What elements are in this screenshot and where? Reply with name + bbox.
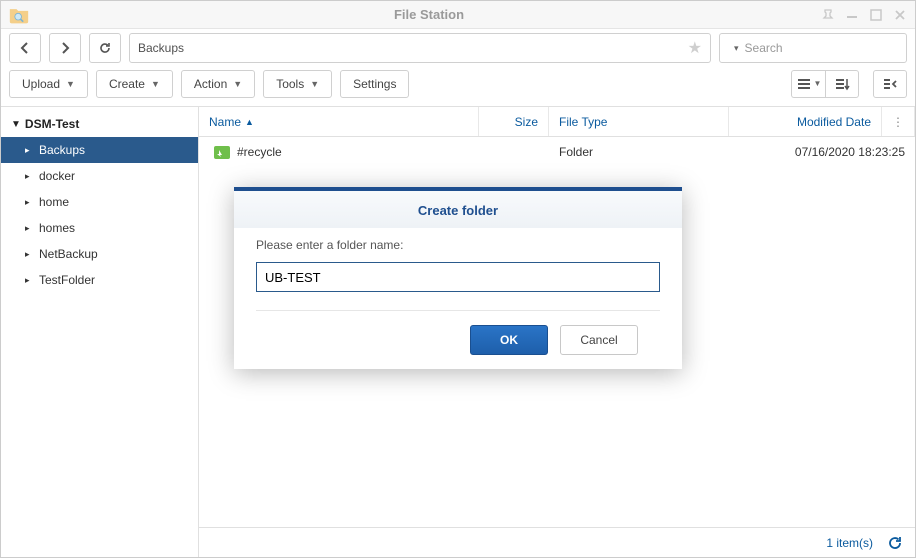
create-folder-dialog: Create folder Please enter a folder name… — [234, 187, 682, 369]
status-bar: 1 item(s) — [199, 527, 915, 557]
tools-button[interactable]: Tools▼ — [263, 70, 332, 98]
folder-tree: ▼ DSM-Test ▸ Backups ▸ docker ▸ home ▸ homes ▸ Ne… — [1, 107, 199, 557]
chevron-right-icon: ▸ — [25, 223, 33, 234]
action-button[interactable]: Action▼ — [181, 70, 255, 98]
create-button[interactable]: Create▼ — [96, 70, 173, 98]
chevron-down-icon: ▼ — [11, 119, 21, 130]
tree-item-label: homes — [39, 221, 75, 235]
toggle-panel-button[interactable] — [873, 70, 907, 98]
col-modified[interactable]: Modified Date — [729, 107, 882, 136]
table-row[interactable]: #recycle Folder07/16/2020 18:23:25 — [203, 137, 915, 167]
tree-item-label: Backups — [39, 143, 85, 157]
chevron-right-icon: ▸ — [25, 145, 33, 156]
view-sort-button[interactable] — [825, 70, 859, 98]
window-title: File Station — [37, 7, 821, 22]
caret-down-icon: ▼ — [66, 79, 75, 89]
tree-item-label: docker — [39, 169, 75, 183]
tree-item[interactable]: ▸ Backups — [1, 137, 198, 163]
ok-button[interactable]: OK — [470, 325, 548, 355]
tree-root[interactable]: ▼ DSM-Test — [1, 111, 198, 137]
tree-item[interactable]: ▸ TestFolder — [1, 267, 198, 293]
col-type[interactable]: File Type — [549, 107, 729, 136]
col-size[interactable]: Size — [479, 107, 549, 136]
close-button[interactable] — [893, 8, 907, 22]
file-type: Folder — [549, 145, 729, 159]
nav-row: Backups ★ ▾ — [1, 29, 915, 67]
maximize-button[interactable] — [869, 8, 883, 22]
column-headers: Name▲ Size File Type Modified Date ⋮ — [199, 107, 915, 137]
item-count: 1 item(s) — [826, 536, 873, 550]
app-icon — [9, 6, 29, 24]
view-list-button[interactable]: ▼ — [791, 70, 825, 98]
sort-asc-icon: ▲ — [245, 117, 254, 127]
tree-item[interactable]: ▸ home — [1, 189, 198, 215]
folder-name-input[interactable] — [256, 262, 660, 292]
search-input[interactable] — [745, 41, 900, 55]
caret-down-icon: ▼ — [233, 79, 242, 89]
toolbar: Upload▼ Create▼ Action▼ Tools▼ Settings … — [1, 67, 915, 107]
view-mode-group: ▼ — [791, 70, 859, 98]
refresh-icon[interactable] — [887, 535, 903, 551]
favorite-icon[interactable]: ★ — [688, 38, 702, 58]
upload-button[interactable]: Upload▼ — [9, 70, 88, 98]
file-station-window: File Station Backups ★ ▾ Upload▼ Create▼… — [0, 0, 916, 558]
back-button[interactable] — [9, 33, 41, 63]
minimize-button[interactable] — [845, 8, 859, 22]
caret-down-icon: ▼ — [151, 79, 160, 89]
tree-item-label: NetBackup — [39, 247, 98, 261]
col-menu[interactable]: ⋮ — [882, 107, 915, 136]
chevron-right-icon: ▸ — [25, 249, 33, 260]
chevron-right-icon: ▸ — [25, 171, 33, 182]
chevron-right-icon: ▸ — [25, 275, 33, 286]
pin-icon[interactable] — [821, 8, 835, 22]
tree-item[interactable]: ▸ homes — [1, 215, 198, 241]
path-input[interactable]: Backups ★ — [129, 33, 711, 63]
chevron-right-icon: ▸ — [25, 197, 33, 208]
recycle-folder-icon — [213, 143, 231, 161]
settings-button[interactable]: Settings — [340, 70, 409, 98]
search-box[interactable]: ▾ — [719, 33, 907, 63]
tree-item-label: TestFolder — [39, 273, 95, 287]
file-modified: 07/16/2020 18:23:25 — [729, 145, 915, 159]
caret-down-icon: ▼ — [310, 79, 319, 89]
file-name: #recycle — [237, 145, 282, 159]
titlebar: File Station — [1, 1, 915, 29]
reload-button[interactable] — [89, 33, 121, 63]
window-controls — [821, 8, 907, 22]
caret-down-icon: ▼ — [814, 79, 822, 88]
forward-button[interactable] — [49, 33, 81, 63]
search-caret-icon[interactable]: ▾ — [734, 43, 739, 54]
path-text: Backups — [138, 41, 184, 55]
tree-item[interactable]: ▸ docker — [1, 163, 198, 189]
dialog-prompt: Please enter a folder name: — [256, 238, 660, 252]
cancel-button[interactable]: Cancel — [560, 325, 638, 355]
tree-item-label: home — [39, 195, 69, 209]
dialog-title: Create folder — [234, 191, 682, 228]
col-name[interactable]: Name▲ — [199, 107, 479, 136]
tree-item[interactable]: ▸ NetBackup — [1, 241, 198, 267]
